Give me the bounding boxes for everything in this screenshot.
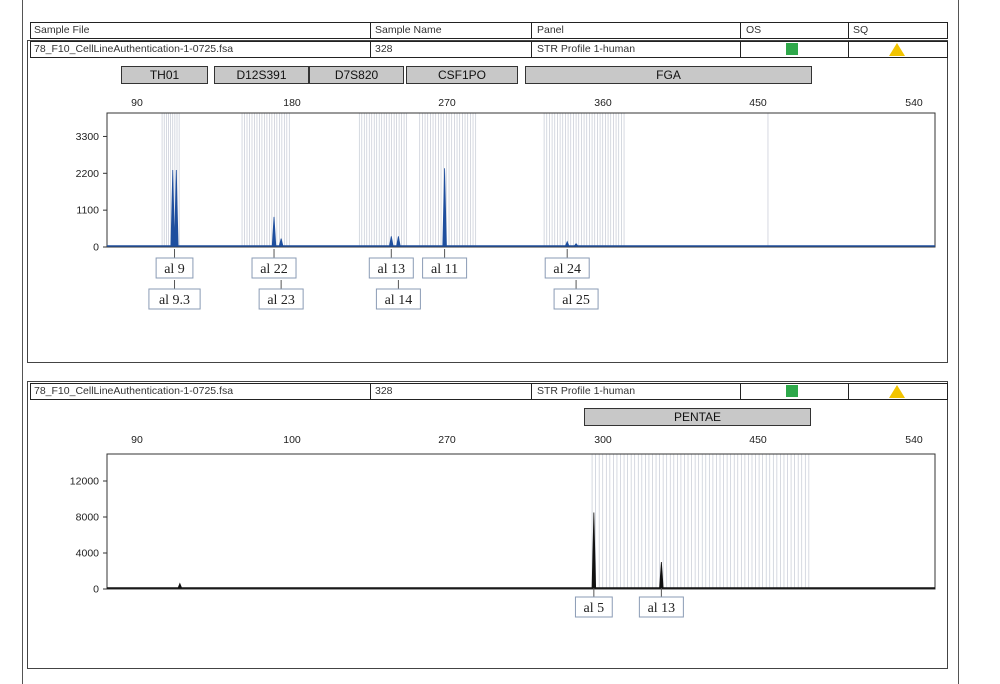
y-tick-label: 2200 (76, 168, 100, 180)
allele-label: al 24 (553, 262, 581, 277)
sample-name-value: 328 (375, 385, 393, 397)
panel-value: STR Profile 1-human (537, 43, 636, 55)
peak (170, 169, 175, 247)
electropherogram-chart-2: 90 100 270 300 450 540 12000 8000 4000 0 al 5 al 13 (70, 434, 936, 618)
peak (271, 216, 277, 247)
marker-fga[interactable]: FGA (525, 66, 812, 84)
x-tick-label: 90 (131, 434, 143, 446)
allele-label: al 11 (431, 262, 458, 277)
sample-row-2[interactable]: 78_F10_CellLineAuthentication-1-0725.fsa… (30, 383, 948, 400)
x-tick-label: 450 (749, 434, 767, 446)
electropherogram-chart-1: 90 180 270 360 450 540 3300 2200 1100 0 al 9 al 9.3… (76, 97, 936, 310)
green-square-icon (786, 43, 798, 55)
yellow-triangle-icon (889, 385, 905, 398)
x-tick-label: 540 (905, 97, 923, 109)
y-tick-label: 8000 (76, 512, 100, 524)
y-tick-label: 0 (93, 242, 99, 254)
marker-d7s820[interactable]: D7S820 (309, 66, 404, 84)
x-tick-label: 90 (131, 97, 143, 109)
peak (389, 236, 394, 247)
y-tick-label: 12000 (70, 476, 99, 488)
sample-file-value: 78_F10_CellLineAuthentication-1-0725.fsa (34, 43, 234, 55)
allele-label: al 9.3 (159, 293, 190, 308)
y-tick-label: 0 (93, 584, 99, 596)
peak (396, 236, 401, 247)
x-tick-label: 100 (283, 434, 301, 446)
allele-label: al 13 (377, 262, 405, 277)
sample-name-header: Sample Name (375, 24, 442, 36)
x-tick-label: 360 (594, 97, 612, 109)
allele-label: al 22 (260, 262, 288, 277)
os-header: OS (746, 24, 762, 36)
x-tick-label: 270 (438, 434, 456, 446)
x-tick-label: 450 (749, 97, 767, 109)
plot-area (106, 112, 936, 248)
sample-row-1[interactable]: 78_F10_CellLineAuthentication-1-0725.fsa… (30, 41, 948, 58)
x-tick-label: 180 (283, 97, 301, 109)
allele-label: al 25 (562, 293, 590, 308)
sample-file-value: 78_F10_CellLineAuthentication-1-0725.fsa (34, 385, 234, 397)
column-header-row: Sample File Sample Name Panel OS SQ (30, 22, 948, 39)
peak (442, 168, 447, 247)
peak (564, 240, 570, 247)
y-tick-label: 1100 (76, 205, 99, 217)
sample-file-header: Sample File (34, 24, 90, 36)
allele-label: al 13 (648, 601, 676, 616)
x-tick-label: 540 (905, 434, 923, 446)
panel-value: STR Profile 1-human (537, 385, 636, 397)
sample-name-value: 328 (375, 43, 393, 55)
x-tick-label: 270 (438, 97, 456, 109)
peak (591, 512, 597, 589)
plot-area (106, 453, 936, 590)
marker-csf1po[interactable]: CSF1PO (406, 66, 518, 84)
peak (573, 242, 579, 247)
yellow-triangle-icon (889, 43, 905, 56)
y-tick-label: 3300 (76, 131, 100, 143)
allele-label: al 14 (385, 293, 413, 308)
allele-label: al 9 (164, 262, 185, 277)
y-tick-label: 4000 (76, 548, 100, 560)
panel-header: Panel (537, 24, 564, 36)
green-square-icon (786, 385, 798, 397)
peak (278, 238, 284, 247)
marker-th01[interactable]: TH01 (121, 66, 208, 84)
allele-label: al 5 (584, 601, 605, 616)
peak (177, 582, 183, 589)
peak (659, 561, 664, 589)
x-tick-label: 300 (594, 434, 612, 446)
sq-header: SQ (853, 24, 869, 36)
marker-d12s391[interactable]: D12S391 (214, 66, 309, 84)
marker-pentae[interactable]: PENTAE (584, 408, 811, 426)
allele-label: al 23 (267, 293, 295, 308)
